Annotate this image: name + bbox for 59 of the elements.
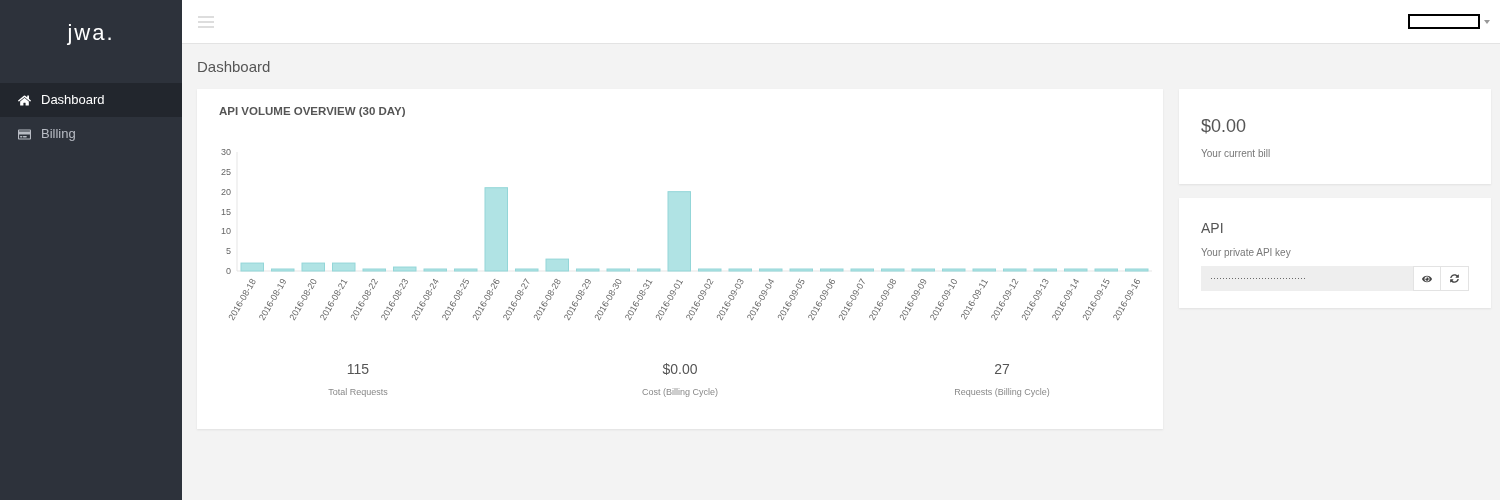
y-tick-label: 10 xyxy=(221,226,231,237)
bar xyxy=(423,268,447,272)
bar xyxy=(942,268,966,272)
stat-label: Cost (Billing Cycle) xyxy=(642,386,718,400)
y-tick-label: 25 xyxy=(221,167,231,178)
bar xyxy=(545,258,569,272)
bar xyxy=(881,268,905,272)
y-tick-label: 15 xyxy=(221,206,231,217)
bar xyxy=(271,268,295,272)
y-tick-label: 20 xyxy=(221,186,231,197)
caret-icon xyxy=(1484,19,1490,24)
bar xyxy=(240,262,264,272)
y-tick-label: 30 xyxy=(221,147,231,158)
bar xyxy=(1003,268,1027,272)
y-tick-label: 5 xyxy=(226,246,231,257)
bar xyxy=(911,268,935,272)
bar xyxy=(301,262,325,272)
stat-value: 27 xyxy=(994,360,1010,380)
api-title: API xyxy=(1201,219,1225,238)
bar xyxy=(1064,268,1088,272)
sidebar-item[interactable]: Billing xyxy=(0,117,182,151)
account-dropdown[interactable] xyxy=(1408,14,1490,29)
bar xyxy=(606,268,630,272)
stat-value: 115 xyxy=(346,360,370,380)
bar xyxy=(728,268,752,272)
credit-card-icon xyxy=(18,127,31,141)
logo: jwa. xyxy=(67,19,115,46)
y-tick-label: 0 xyxy=(226,266,231,277)
bar xyxy=(1033,268,1057,272)
bar xyxy=(637,268,661,272)
bar xyxy=(576,268,600,272)
stat-label: Requests (Billing Cycle) xyxy=(954,386,1050,400)
api-key-label: Your private API key xyxy=(1201,246,1292,260)
refresh-button[interactable] xyxy=(1441,266,1469,291)
api-key-field[interactable]: ································ xyxy=(1201,266,1413,291)
bar xyxy=(1125,268,1149,272)
bar xyxy=(362,268,386,272)
card-title: API VOLUME OVERVIEW (30 DAY) xyxy=(218,104,407,119)
home-icon xyxy=(18,93,31,107)
bar xyxy=(454,268,478,272)
bill-amount: $0.00 xyxy=(1201,115,1248,138)
refresh-icon xyxy=(1450,274,1459,283)
stat-label: Total Requests xyxy=(328,386,388,400)
page-title: Dashboard xyxy=(197,57,272,77)
show-key-button[interactable] xyxy=(1413,266,1441,291)
bill-label: Your current bill xyxy=(1201,147,1272,161)
bar xyxy=(698,268,722,272)
eye-icon xyxy=(1422,273,1432,284)
bar xyxy=(332,262,356,272)
bar xyxy=(850,268,874,272)
bar xyxy=(789,268,813,272)
bar xyxy=(1094,268,1118,272)
sidebar-item[interactable]: Dashboard xyxy=(0,83,182,117)
bar xyxy=(515,268,539,272)
stat-value: $0.00 xyxy=(662,360,698,380)
bar xyxy=(393,266,417,272)
bar xyxy=(820,268,844,272)
bar xyxy=(759,268,783,272)
bar xyxy=(972,268,996,272)
